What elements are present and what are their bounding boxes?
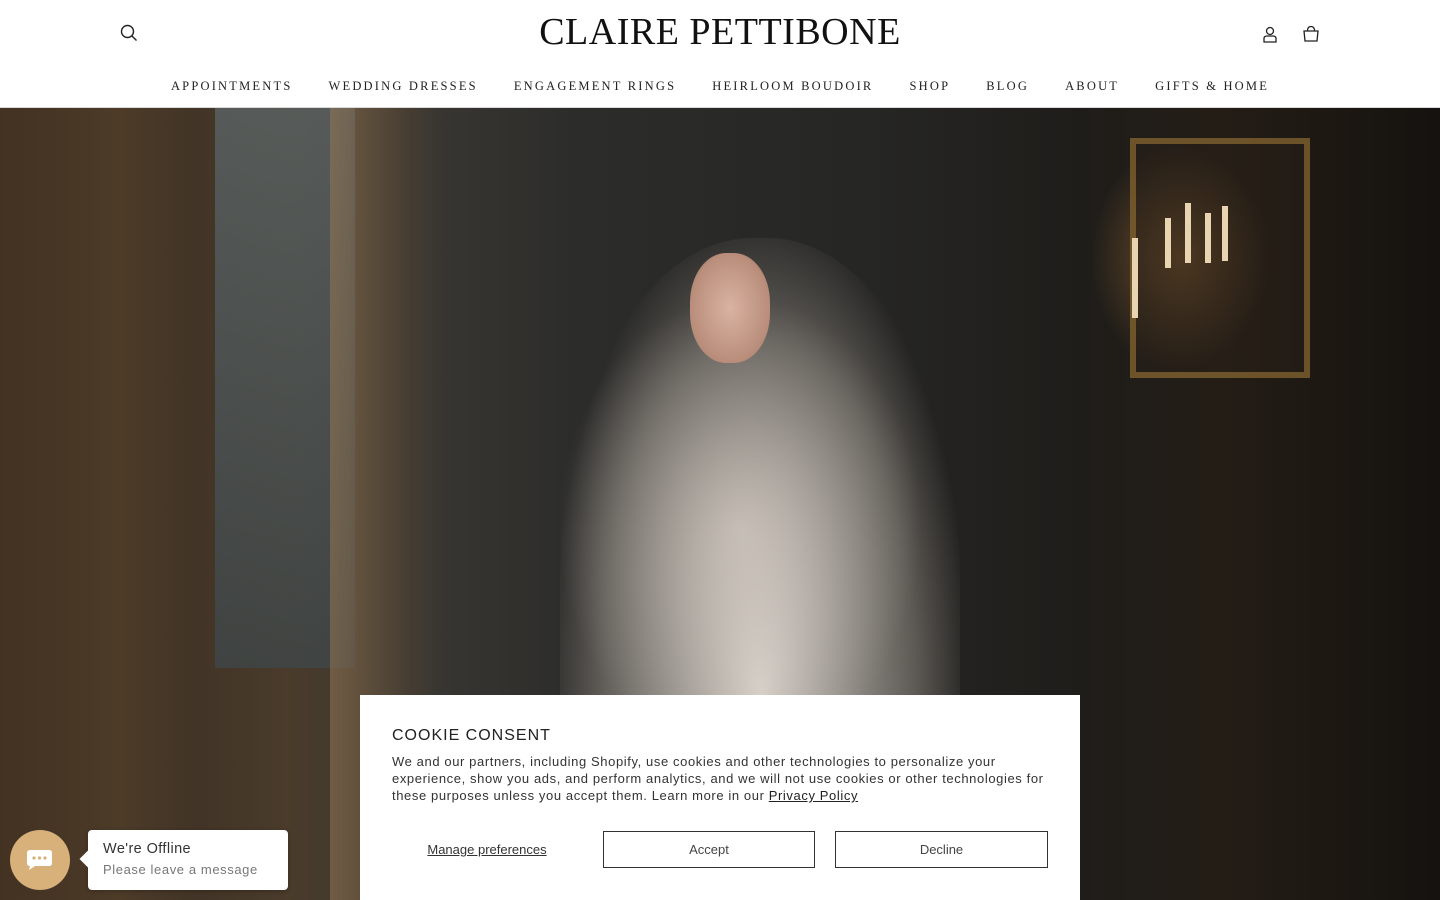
chat-icon <box>27 850 52 870</box>
user-icon <box>1263 26 1277 43</box>
brand-logo[interactable]: CLAIRE PETTIBONE <box>539 11 901 53</box>
hero-curtain-left <box>0 108 200 900</box>
hero-candle <box>1132 238 1138 318</box>
chat-status-card[interactable]: We're Offline Please leave a message <box>88 830 288 890</box>
cookie-body: We and our partners, including Shopify, … <box>392 754 1044 803</box>
cart-button[interactable] <box>1300 22 1322 44</box>
privacy-policy-link[interactable]: Privacy Policy <box>769 788 858 803</box>
cookie-consent-dialog: COOKIE CONSENT We and our partners, incl… <box>360 695 1080 900</box>
nav-item-heirloom-boudoir[interactable]: HEIRLOOM BOUDOIR <box>694 76 891 96</box>
hero-candle <box>1222 206 1228 261</box>
brand-logo-wrap: CLAIRE PETTIBONE <box>0 10 1440 54</box>
shopping-bag-icon <box>1303 25 1319 42</box>
decline-button[interactable]: Decline <box>835 831 1048 868</box>
nav-item-appointments[interactable]: APPOINTMENTS <box>153 76 311 96</box>
search-icon <box>120 24 137 41</box>
hero-candle <box>1185 203 1191 263</box>
hero-mirror <box>1130 138 1310 378</box>
search-button[interactable] <box>118 22 140 44</box>
hero-bride-face <box>690 253 770 363</box>
manage-preferences-button[interactable]: Manage preferences <box>392 831 582 868</box>
hero-candle <box>1165 218 1171 268</box>
cookie-title: COOKIE CONSENT <box>392 727 551 744</box>
main-nav: APPOINTMENTS WEDDING DRESSES ENGAGEMENT … <box>0 76 1440 96</box>
nav-item-engagement-rings[interactable]: ENGAGEMENT RINGS <box>496 76 694 96</box>
nav-item-shop[interactable]: SHOP <box>891 76 968 96</box>
cookie-text: We and our partners, including Shopify, … <box>392 753 1048 804</box>
chat-status-subtitle: Please leave a message <box>103 862 258 877</box>
nav-item-wedding-dresses[interactable]: WEDDING DRESSES <box>311 76 496 96</box>
cookie-actions: Manage preferences Accept Decline <box>392 831 1048 868</box>
hero-candle <box>1205 213 1211 263</box>
accept-button[interactable]: Accept <box>603 831 815 868</box>
nav-item-blog[interactable]: BLOG <box>968 76 1047 96</box>
nav-item-gifts-home[interactable]: GIFTS & HOME <box>1137 76 1287 96</box>
nav-item-about[interactable]: ABOUT <box>1047 76 1137 96</box>
account-button[interactable] <box>1259 23 1281 45</box>
chat-launcher-button[interactable] <box>10 830 70 890</box>
site-header: CLAIRE PETTIBONE APPOINTMENTS WEDDING DR… <box>0 0 1440 108</box>
chat-status-title: We're Offline <box>103 841 192 857</box>
